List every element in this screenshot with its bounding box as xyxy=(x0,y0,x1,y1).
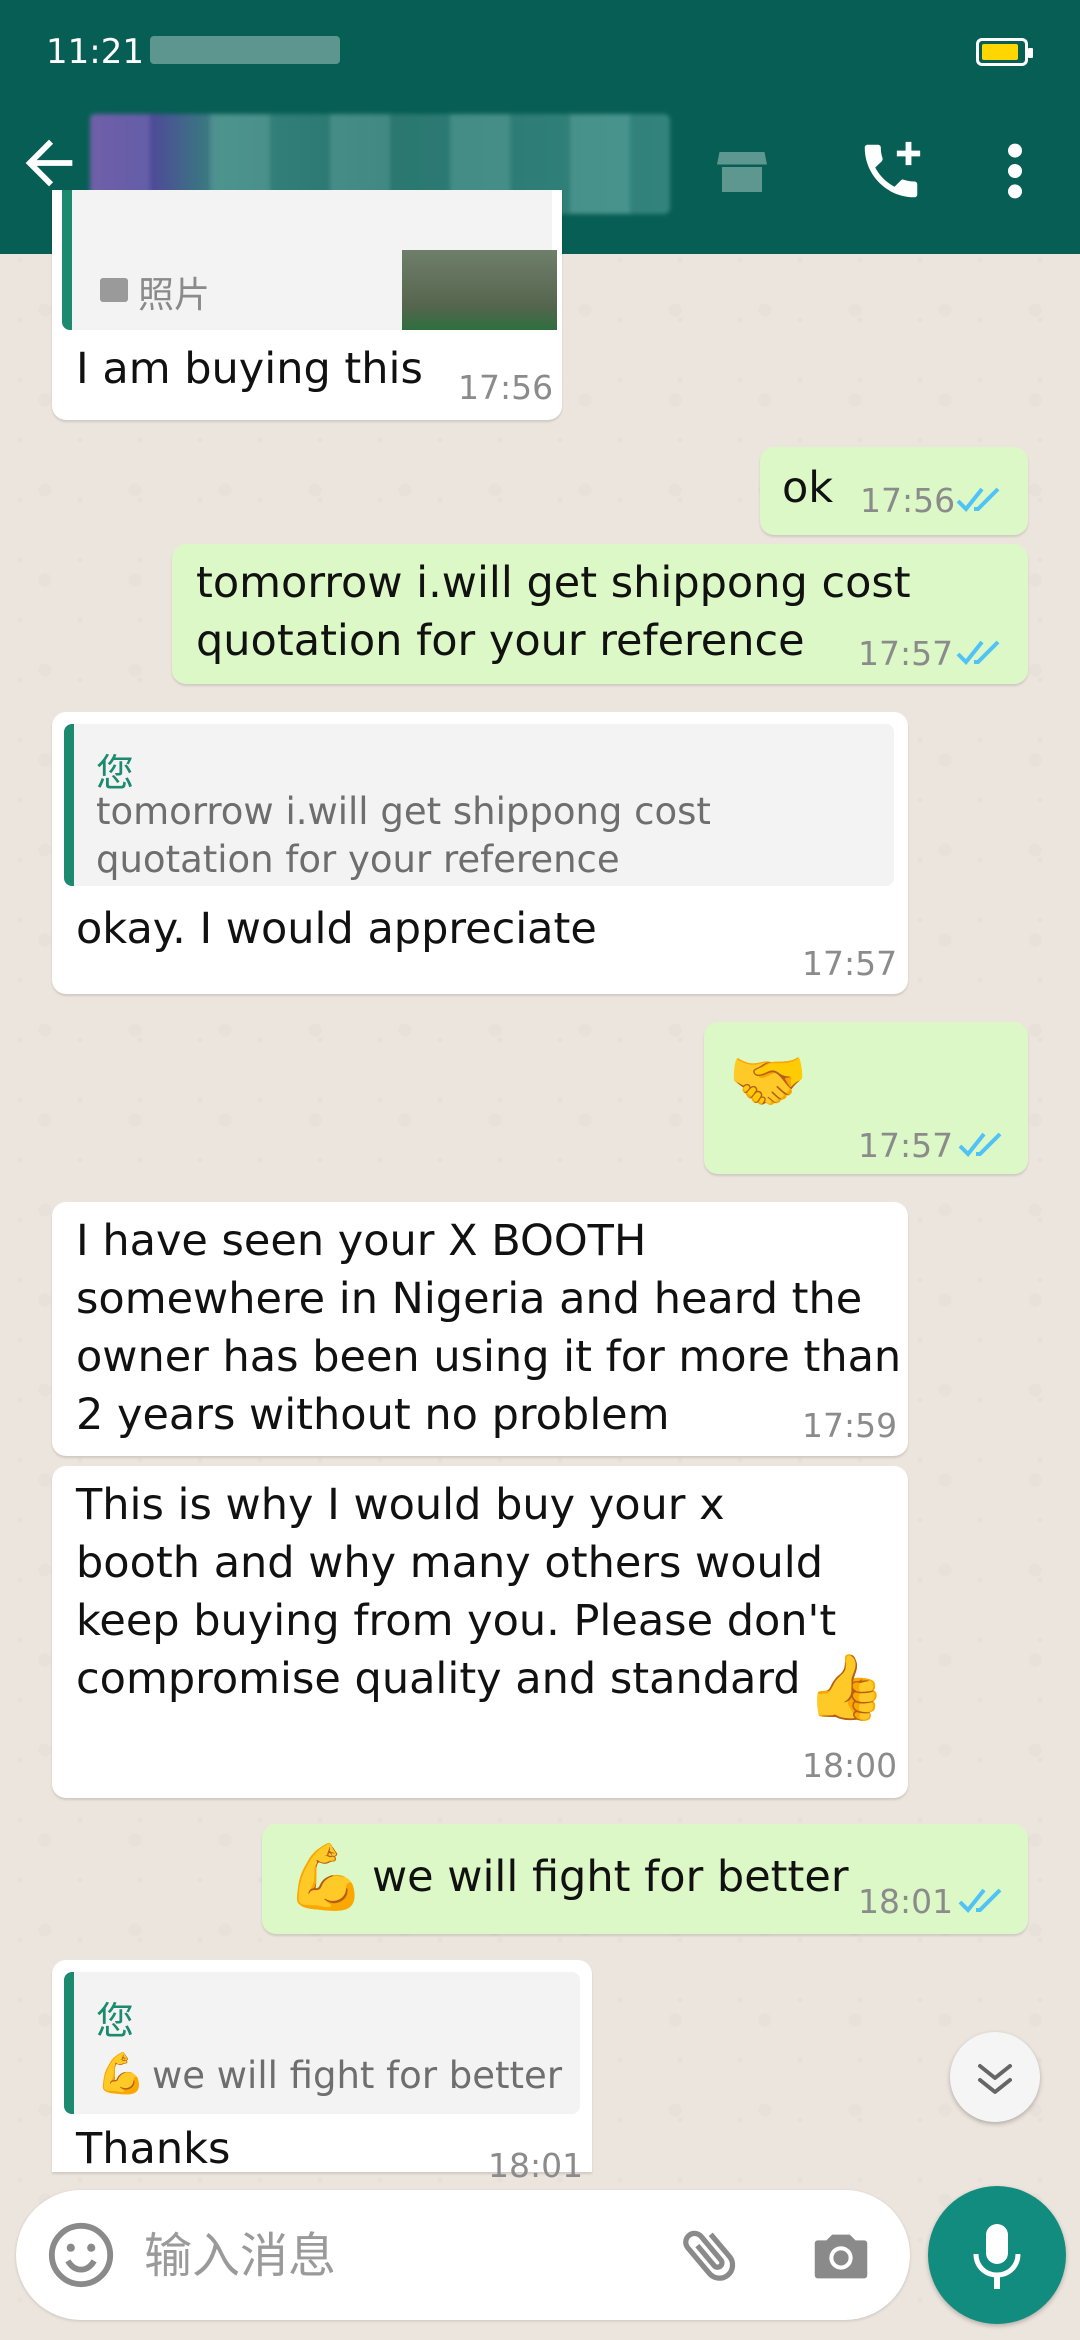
handshake-emoji: 🤝 xyxy=(728,1045,808,1119)
message-bubble-outgoing[interactable]: ok 17:56 xyxy=(760,447,1028,535)
message-time: 18:00 xyxy=(802,1746,898,1785)
voice-message-button[interactable] xyxy=(928,2186,1066,2324)
read-ticks-icon xyxy=(956,638,1008,668)
message-bubble-incoming[interactable]: This is why I would buy your x booth and… xyxy=(52,1466,908,1798)
thumbs-up-emoji: 👍 xyxy=(806,1651,886,1725)
signal-icons xyxy=(150,36,340,64)
message-text: ok xyxy=(782,463,834,513)
message-bubble-incoming[interactable]: 照片 I am buying this 17:56 xyxy=(52,190,562,420)
quote-text: we will fight for better xyxy=(152,2054,563,2097)
message-bubble-incoming[interactable]: I have seen your X BOOTH somewhere in Ni… xyxy=(52,1202,908,1456)
scroll-to-bottom-button[interactable] xyxy=(950,2032,1040,2122)
more-vertical-icon[interactable] xyxy=(990,136,1040,206)
message-text: This is why I would buy your x booth and… xyxy=(76,1480,837,1704)
paperclip-icon[interactable] xyxy=(676,2220,746,2290)
message-time: 17:56 xyxy=(458,368,554,407)
message-time: 17:57 xyxy=(858,1126,954,1165)
message-time: 18:01 xyxy=(858,1882,954,1921)
reply-quote[interactable]: 您 tomorrow i.will get shippong cost quot… xyxy=(64,724,894,886)
add-call-icon[interactable] xyxy=(856,136,926,206)
emoji-icon[interactable] xyxy=(46,2220,116,2290)
quote-author: 您 xyxy=(96,1999,135,2043)
message-text: Thanks xyxy=(76,2124,231,2174)
status-time: 11:21 xyxy=(46,32,144,72)
back-arrow-icon[interactable] xyxy=(14,128,84,198)
message-composer xyxy=(16,2190,910,2320)
flexed-biceps-emoji: 💪 xyxy=(96,2051,146,2097)
message-text: we will fight for better xyxy=(372,1852,849,1902)
photo-thumbnail xyxy=(402,250,557,330)
quote-text: tomorrow i.will get shippong cost quotat… xyxy=(96,790,711,881)
flexed-biceps-emoji: 💪 xyxy=(286,1841,366,1915)
message-time: 17:56 xyxy=(860,481,956,520)
store-icon xyxy=(712,142,772,202)
reply-photo-label: 照片 xyxy=(138,275,211,316)
double-chevron-down-icon xyxy=(978,2064,1012,2094)
reply-quote[interactable]: 照片 xyxy=(62,190,557,330)
read-ticks-icon xyxy=(956,485,1008,515)
message-bubble-outgoing[interactable]: tomorrow i.will get shippong cost quotat… xyxy=(172,544,1028,684)
message-text: I am buying this xyxy=(76,344,423,394)
message-bubble-incoming[interactable]: 您 💪 we will fight for better Thanks 18:0… xyxy=(52,1960,592,2185)
message-text: tomorrow i.will get shippong cost quotat… xyxy=(196,558,911,666)
message-bubble-outgoing[interactable]: 🤝 17:57 xyxy=(704,1022,1028,1174)
read-ticks-icon xyxy=(958,1886,1010,1916)
message-bubble-outgoing[interactable]: 💪 we will fight for better 18:01 xyxy=(262,1824,1028,1934)
message-time: 18:01 xyxy=(488,2146,584,2185)
reply-quote[interactable]: 您 💪 we will fight for better xyxy=(64,1972,580,2114)
read-ticks-icon xyxy=(958,1130,1010,1160)
photo-icon xyxy=(100,278,128,302)
battery-icon xyxy=(976,38,1033,66)
status-bar: 11:21 xyxy=(0,0,1080,84)
message-text: I have seen your X BOOTH somewhere in Ni… xyxy=(76,1216,902,1440)
camera-icon[interactable] xyxy=(806,2220,876,2290)
message-input[interactable] xyxy=(142,2212,666,2300)
microphone-icon xyxy=(973,2224,1021,2289)
message-time: 17:59 xyxy=(802,1406,898,1445)
message-bubble-incoming[interactable]: 您 tomorrow i.will get shippong cost quot… xyxy=(52,712,908,994)
message-time: 17:57 xyxy=(802,944,898,983)
message-text: okay. I would appreciate xyxy=(76,904,597,954)
message-time: 17:57 xyxy=(858,634,954,673)
